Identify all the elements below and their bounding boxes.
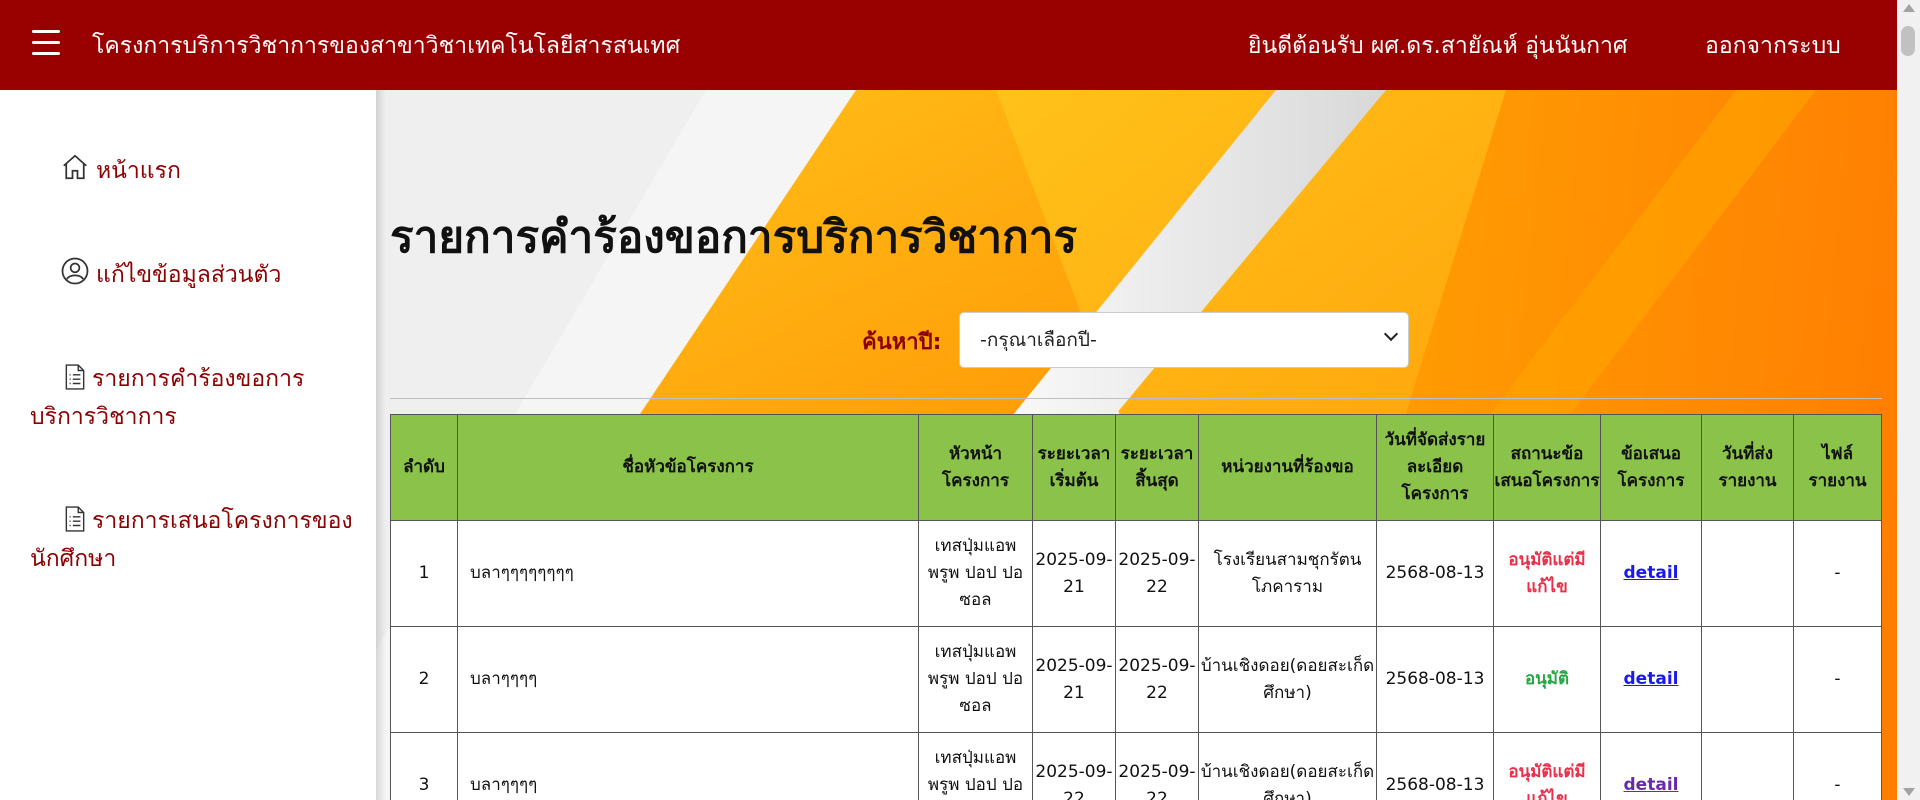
cell-sent-date: 2568-08-13 bbox=[1376, 520, 1494, 627]
search-year-label: ค้นหาปี: bbox=[862, 330, 942, 355]
cell-start: 2025-09-22 bbox=[1032, 732, 1116, 800]
year-select-value: -กรุณาเลือกปี- bbox=[980, 329, 1097, 351]
home-icon bbox=[60, 152, 90, 192]
requests-table: ลำดับ ชื่อหัวข้อโครงการ หัวหน้าโครงการ ร… bbox=[390, 414, 1882, 800]
col-header-no: ลำดับ bbox=[390, 414, 458, 521]
col-header-proposal: ข้อเสนอโครงการ bbox=[1600, 414, 1702, 521]
sidebar-item-label: หน้าแรก bbox=[96, 158, 181, 184]
cell-status: อนุมัติแต่มีแก้ไข bbox=[1493, 520, 1601, 627]
cell-report-file: - bbox=[1793, 520, 1882, 627]
cell-no: 1 bbox=[390, 520, 458, 627]
cell-report-date bbox=[1701, 626, 1794, 733]
cell-start: 2025-09-21 bbox=[1032, 626, 1116, 733]
cell-end: 2025-09-22 bbox=[1115, 520, 1199, 627]
table-row: 1 บลาๆๆๆๆๆๆๆๆ เทสปุ่มแอพ พรูพ ปอป ปอซอล … bbox=[390, 520, 1882, 627]
cell-project-lead: เทสปุ่มแอพ พรูพ ปอป ปอซอล bbox=[918, 732, 1033, 800]
logout-link[interactable]: ออกจากระบบ bbox=[1705, 28, 1841, 64]
cell-project-name: บลาๆๆๆๆ bbox=[457, 732, 919, 800]
detail-link[interactable]: detail bbox=[1624, 563, 1679, 583]
page-title: รายการคำร้องขอการบริการวิชาการ bbox=[390, 212, 1078, 263]
cell-proposal: detail bbox=[1600, 732, 1702, 800]
cell-project-lead: เทสปุ่มแอพ พรูพ ปอป ปอซอล bbox=[918, 626, 1033, 733]
detail-link[interactable]: detail bbox=[1624, 669, 1679, 689]
chevron-down-icon bbox=[1383, 326, 1399, 342]
col-header-report-file: ไฟล์รายงาน bbox=[1793, 414, 1882, 521]
sidebar-item-label: แก้ไขข้อมูลส่วนตัว bbox=[96, 262, 282, 288]
sidebar-item-edit-profile[interactable]: แก้ไขข้อมูลส่วนตัว bbox=[60, 256, 281, 296]
hamburger-menu-icon[interactable] bbox=[32, 30, 60, 58]
cell-report-date bbox=[1701, 732, 1794, 800]
col-header-end: ระยะเวลาสิ้นสุด bbox=[1115, 414, 1199, 521]
cell-end: 2025-09-22 bbox=[1115, 626, 1199, 733]
cell-report-file: - bbox=[1793, 626, 1882, 733]
cell-status: อนุมัติแต่มีแก้ไข bbox=[1493, 732, 1601, 800]
top-navbar: โครงการบริการวิชาการของสาขาวิชาเทคโนโลยี… bbox=[0, 0, 1897, 90]
table-header-row: ลำดับ ชื่อหัวข้อโครงการ หัวหน้าโครงการ ร… bbox=[390, 414, 1882, 521]
app-title: โครงการบริการวิชาการของสาขาวิชาเทคโนโลยี… bbox=[92, 33, 681, 59]
cell-project-name: บลาๆๆๆๆๆๆๆๆ bbox=[457, 520, 919, 627]
cell-project-name: บลาๆๆๆๆ bbox=[457, 626, 919, 733]
table-row: 3 บลาๆๆๆๆ เทสปุ่มแอพ พรูพ ปอป ปอซอล 2025… bbox=[390, 732, 1882, 800]
detail-link[interactable]: detail bbox=[1624, 775, 1679, 795]
col-header-status: สถานะข้อเสนอโครงการ bbox=[1493, 414, 1601, 521]
sidebar-item-home[interactable]: หน้าแรก bbox=[60, 152, 181, 192]
welcome-text: ยินดีต้อนรับ ผศ.ดร.สายัณห์ อุ่นนันกาศ bbox=[1248, 33, 1628, 59]
cell-proposal: detail bbox=[1600, 520, 1702, 627]
cell-organization: บ้านเชิงดอย(ดอยสะเก็ดศึกษา) bbox=[1198, 626, 1377, 733]
main-content: รายการคำร้องขอการบริการวิชาการ ค้นหาปี: … bbox=[376, 90, 1897, 800]
scroll-up-arrow-icon[interactable] bbox=[1903, 4, 1915, 12]
table-row: 2 บลาๆๆๆๆ เทสปุ่มแอพ พรูพ ปอป ปอซอล 2025… bbox=[390, 626, 1882, 733]
sidebar: หน้าแรก แก้ไขข้อมูลส่วนตัว รายการคำร้องข… bbox=[0, 90, 376, 800]
col-header-project-name: ชื่อหัวข้อโครงการ bbox=[457, 414, 919, 521]
cell-end: 2025-09-22 bbox=[1115, 732, 1199, 800]
cell-no: 2 bbox=[390, 626, 458, 733]
user-icon bbox=[60, 256, 90, 296]
scroll-down-arrow-icon[interactable] bbox=[1903, 788, 1915, 796]
col-header-organization: หน่วยงานที่ร้องขอ bbox=[1198, 414, 1377, 521]
cell-no: 3 bbox=[390, 732, 458, 800]
cell-status: อนุมัติ bbox=[1493, 626, 1601, 733]
col-header-start: ระยะเวลาเริ่มต้น bbox=[1032, 414, 1116, 521]
cell-proposal: detail bbox=[1600, 626, 1702, 733]
document-icon bbox=[64, 506, 86, 542]
sidebar-item-student-proposals[interactable]: รายการเสนอโครงการของนักศึกษา bbox=[30, 504, 360, 576]
col-header-sent-date: วันที่จัดส่งรายละเอียดโครงการ bbox=[1376, 414, 1494, 521]
cell-report-date bbox=[1701, 520, 1794, 627]
sidebar-item-service-requests[interactable]: รายการคำร้องขอการบริการวิชาการ bbox=[30, 362, 330, 434]
col-header-report-date: วันที่ส่งรายงาน bbox=[1701, 414, 1794, 521]
document-icon bbox=[64, 364, 86, 400]
col-header-project-lead: หัวหน้าโครงการ bbox=[918, 414, 1033, 521]
cell-start: 2025-09-21 bbox=[1032, 520, 1116, 627]
page-scrollbar[interactable] bbox=[1897, 0, 1920, 800]
cell-sent-date: 2568-08-13 bbox=[1376, 626, 1494, 733]
cell-organization: บ้านเชิงดอย(ดอยสะเก็ดศึกษา) bbox=[1198, 732, 1377, 800]
scroll-thumb[interactable] bbox=[1901, 26, 1915, 56]
divider bbox=[390, 398, 1882, 399]
cell-project-lead: เทสปุ่มแอพ พรูพ ปอป ปอซอล bbox=[918, 520, 1033, 627]
cell-report-file: - bbox=[1793, 732, 1882, 800]
year-select[interactable]: -กรุณาเลือกปี- bbox=[959, 312, 1409, 368]
cell-organization: โรงเรียนสามชุกรัตนโภคาราม bbox=[1198, 520, 1377, 627]
cell-sent-date: 2568-08-13 bbox=[1376, 732, 1494, 800]
